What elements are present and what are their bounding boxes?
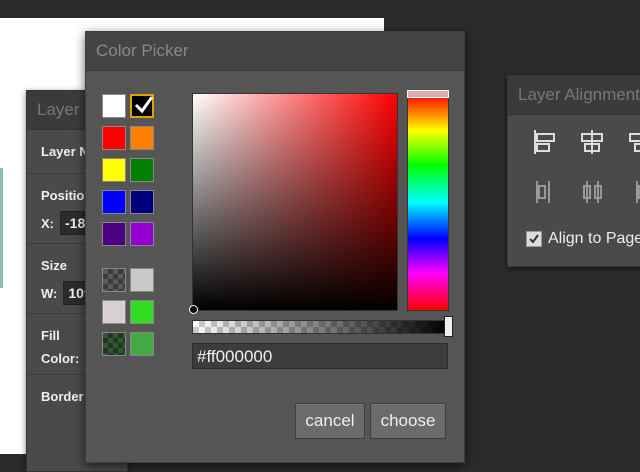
swatch-green[interactable] (130, 158, 154, 182)
distribute-right-icon[interactable] (626, 178, 640, 206)
color-picker-dialog: Color Picker #ff000000 cancel choose (85, 31, 465, 463)
swatch-medium-green[interactable] (130, 332, 154, 356)
align-to-page-label: Align to Page (548, 230, 640, 247)
distribute-center-icon[interactable] (578, 178, 606, 206)
swatch-dark-green-alpha[interactable] (102, 332, 126, 356)
alpha-slider-handle[interactable] (444, 316, 453, 337)
color-label: Color: (41, 351, 80, 366)
cancel-button[interactable]: cancel (295, 403, 365, 439)
swatch-indigo[interactable] (102, 222, 126, 246)
selected-check-icon (134, 96, 154, 114)
alpha-slider[interactable] (192, 316, 453, 337)
swatch-lime[interactable] (130, 300, 154, 324)
distribute-left-icon[interactable] (530, 178, 558, 206)
align-to-page-checkbox[interactable] (526, 231, 542, 247)
swatch-navy[interactable] (130, 190, 154, 214)
swatch-orange[interactable] (130, 126, 154, 150)
hue-slider-handle[interactable] (407, 90, 449, 98)
swatch-violet[interactable] (130, 222, 154, 246)
color-picker-title[interactable]: Color Picker (86, 32, 464, 71)
x-label: X: (41, 215, 54, 231)
saturation-value-cursor[interactable] (189, 305, 198, 314)
hue-slider[interactable] (407, 90, 449, 311)
swatch-yellow[interactable] (102, 158, 126, 182)
align-center-horizontal-icon[interactable] (578, 128, 606, 156)
swatch-white[interactable] (102, 94, 126, 118)
swatch-blue[interactable] (102, 190, 126, 214)
swatch-transparent[interactable] (102, 268, 126, 292)
w-label: W: (41, 285, 58, 301)
hex-color-input[interactable]: #ff000000 (192, 343, 448, 369)
swatch-black[interactable] (130, 94, 154, 118)
align-panel-title[interactable]: Layer Alignment (508, 76, 640, 115)
align-to-page-option[interactable]: Align to Page (526, 230, 640, 248)
swatch-pale-pink[interactable] (102, 300, 126, 324)
swatch-light-gray[interactable] (130, 268, 154, 292)
layer-alignment-panel: Layer Alignment Align to Page (507, 75, 640, 267)
saturation-value-area[interactable] (189, 93, 398, 314)
align-left-icon[interactable] (530, 128, 558, 156)
swatch-red[interactable] (102, 126, 126, 150)
align-right-icon[interactable] (626, 128, 640, 156)
checkmark-icon (529, 234, 539, 244)
choose-button[interactable]: choose (370, 403, 446, 439)
